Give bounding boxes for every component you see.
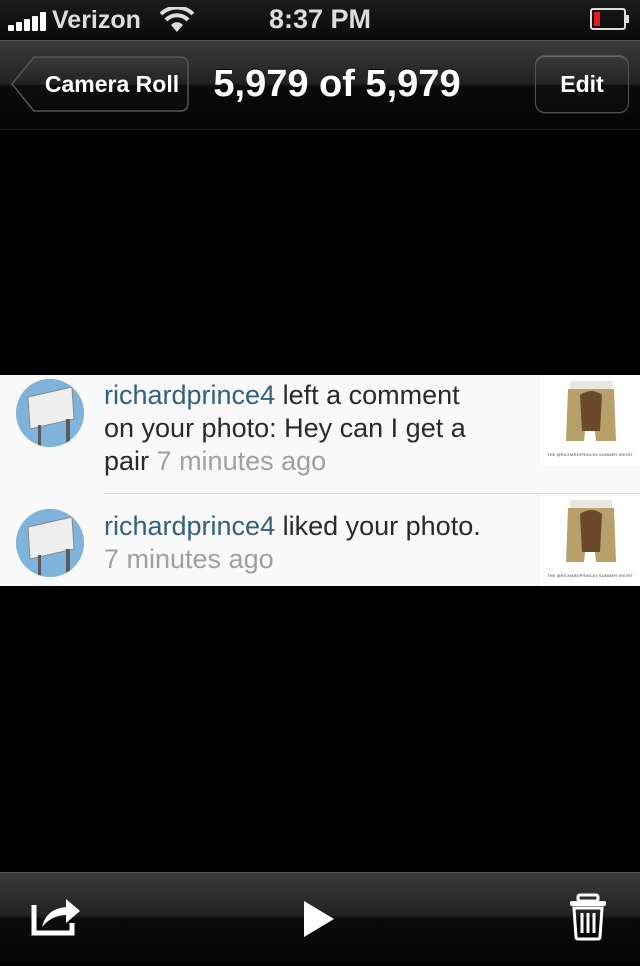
play-icon (304, 901, 334, 937)
share-icon (31, 899, 80, 936)
billboard-avatar-image (16, 509, 84, 577)
battery-low-icon (590, 8, 629, 30)
shorts-thumbnail-image (540, 494, 640, 576)
photo-view[interactable]: richardprince4 left a comment on your ph… (0, 375, 640, 586)
notification-username: richardprince4 (104, 380, 276, 410)
notification-message: liked your photo. (275, 511, 481, 541)
edit-button[interactable]: Edit (535, 55, 629, 113)
notification-text: richardprince4 left a comment on your ph… (104, 379, 524, 478)
notification-username: richardprince4 (104, 511, 276, 541)
shorts-thumbnail-image (540, 375, 640, 455)
avatar (16, 509, 84, 577)
notification-message-cont: on your photo: Hey can I get a (104, 413, 466, 443)
camera-roll-back-button[interactable]: Camera Roll (10, 55, 190, 113)
photo-thumbnail: THE @RICHARDPRINCE4 SUMMER SHORT (540, 375, 640, 465)
notification-time: 7 minutes ago (156, 446, 327, 476)
thumbnail-caption: THE @RICHARDPRINCE4 SUMMER SHORT (547, 452, 633, 457)
delete-button[interactable] (548, 873, 628, 961)
thumbnail-caption: THE @RICHARDPRINCE4 SUMMER SHORT (547, 573, 633, 578)
play-slideshow-button[interactable] (280, 873, 360, 961)
billboard-avatar-image (16, 379, 84, 447)
share-button[interactable] (20, 873, 100, 961)
back-button-label: Camera Roll (44, 71, 180, 97)
photo-thumbnail: THE @RICHARDPRINCE4 SUMMER SHORT (540, 494, 640, 586)
notification-message: left a comment (275, 380, 460, 410)
notification-time: 7 minutes ago (104, 544, 274, 574)
avatar (16, 379, 84, 447)
notification-row: richardprince4 left a comment on your ph… (0, 375, 640, 493)
status-time: 8:37 PM (268, 4, 372, 34)
status-bar: Verizon 8:37 PM (0, 0, 640, 40)
notification-message-end: pair (104, 446, 150, 476)
trash-icon (570, 893, 606, 941)
notification-row: richardprince4 liked your photo. 7 minut… (0, 494, 640, 586)
notification-text: richardprince4 liked your photo. 7 minut… (104, 510, 524, 576)
bottom-toolbar (0, 872, 640, 961)
navigation-bar: Camera Roll 5,979 of 5,979 Edit (0, 40, 640, 130)
photo-counter-title: 5,979 of 5,979 (213, 63, 461, 105)
